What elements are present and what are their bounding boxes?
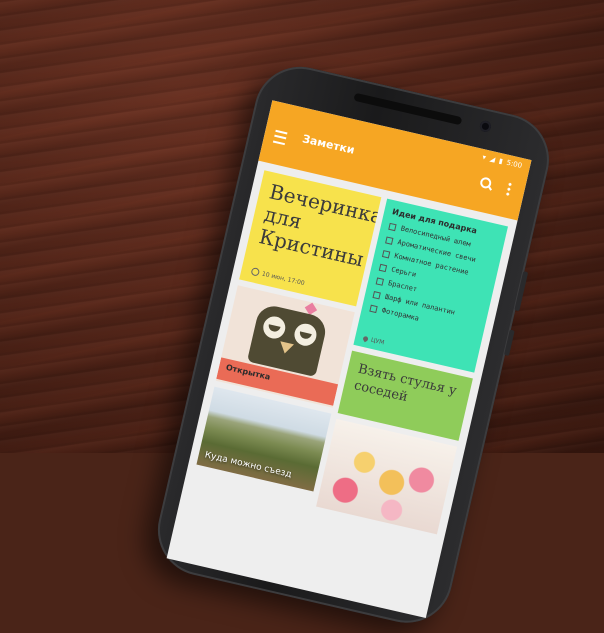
note-reminder: 10 июн, 17:00 [250,267,306,287]
note-card-party[interactable]: Вечеринка для Кристины 10 июн, 17:00 [239,170,382,307]
search-icon[interactable] [479,176,493,190]
phone-speaker [353,92,463,126]
status-time: 5:00 [505,158,523,170]
battery-icon: ▮ [498,156,504,166]
note-location: ЦУМ [362,335,385,347]
checkbox[interactable] [385,235,394,245]
note-card-flowers[interactable] [316,418,458,535]
menu-icon[interactable] [272,129,288,146]
more-vert-icon[interactable] [505,181,513,196]
wifi-icon: ▾ [481,153,487,162]
checkbox[interactable] [382,249,391,259]
front-camera [478,119,493,133]
checkbox[interactable] [378,263,388,272]
reminder-text: 10 июн, 17:00 [261,269,306,287]
checkbox[interactable] [375,276,385,286]
photo-caption: Куда можно съезд [203,450,293,481]
checkbox[interactable] [372,290,381,299]
status-bar: ▾ ◢ ▮ 5:00 [482,153,523,170]
note-card-gifts[interactable]: Идеи для подарка Велосипедный шлем Арома… [353,198,508,373]
location-pin-icon [362,335,370,343]
note-card-postcard[interactable]: Открытка [215,285,355,408]
checkbox[interactable] [388,222,397,231]
clock-icon [250,267,261,277]
app-title: Заметки [301,132,356,157]
signal-icon: ◢ [488,154,496,164]
checkbox[interactable] [369,304,378,313]
location-text: ЦУМ [370,336,385,347]
note-title: Вечеринка для Кристины [256,179,382,272]
